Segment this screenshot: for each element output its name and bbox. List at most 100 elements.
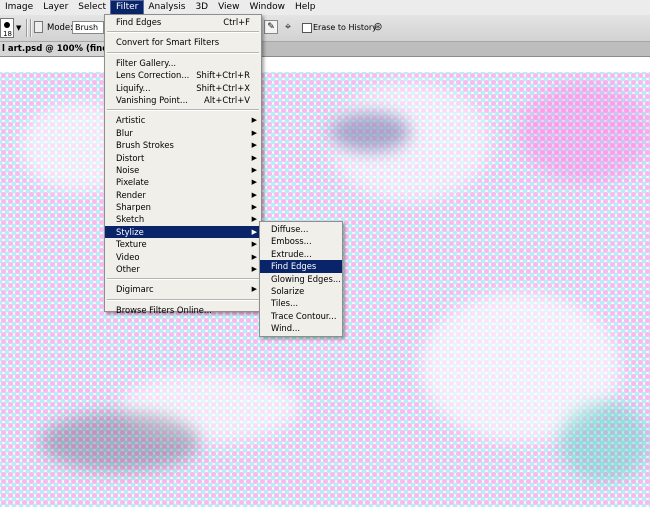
menu-view[interactable]: View	[213, 1, 244, 14]
menu-3d[interactable]: 3D	[190, 1, 213, 14]
mode-value: Brush	[75, 23, 99, 32]
tablet-pressure-icon[interactable]: ⌖	[281, 20, 295, 34]
menu-item-distort[interactable]: Distort ▶	[105, 152, 261, 164]
submenu-arrow-icon: ▶	[251, 285, 257, 294]
menu-select[interactable]: Select	[73, 1, 111, 14]
menu-item-convert-smart-filters[interactable]: Convert for Smart Filters	[105, 36, 261, 48]
menu-item-sharpen[interactable]: Sharpen ▶	[105, 201, 261, 213]
menu-item-label: Tiles...	[271, 298, 299, 309]
menu-item-label: Diffuse...	[271, 224, 309, 234]
menu-item-label: Vanishing Point...	[116, 94, 188, 105]
erase-to-history-checkbox[interactable]	[302, 23, 312, 33]
menu-item-sketch[interactable]: Sketch ▶	[105, 213, 261, 225]
menu-item-stylize[interactable]: Stylize ▶	[105, 225, 261, 239]
brush-panel-toggle-icon[interactable]	[34, 21, 43, 33]
menu-item-label: Emboss...	[271, 236, 312, 247]
submenu-arrow-icon: ▶	[251, 215, 257, 224]
submenu-arrow-icon: ▶	[251, 265, 257, 274]
menu-item-label: Wind...	[271, 323, 301, 334]
menu-item-artistic[interactable]: Artistic ▶	[105, 114, 261, 126]
menu-item-label: Glowing Edges...	[271, 273, 341, 284]
menu-item-pixelate[interactable]: Pixelate ▶	[105, 176, 261, 188]
menu-item-noise[interactable]: Noise ▶	[105, 164, 261, 176]
menu-item-blur[interactable]: Blur ▶	[105, 127, 261, 139]
submenu-arrow-icon: ▶	[251, 227, 257, 236]
menu-item-lens-correction[interactable]: Lens Correction... Shift+Ctrl+R	[105, 69, 261, 81]
menu-item-texture[interactable]: Texture ▶	[105, 238, 261, 250]
submenu-arrow-icon: ▶	[251, 153, 257, 162]
image-shadow	[330, 112, 410, 152]
menu-item-filter-gallery[interactable]: Filter Gallery...	[105, 57, 261, 69]
shortcut-label: Alt+Ctrl+V	[203, 94, 250, 105]
menu-item-label: Liquify...	[116, 82, 151, 93]
menu-separator	[107, 31, 259, 34]
image-shadow	[560, 402, 650, 482]
stylize-submenu: Diffuse... Emboss... Extrude... Find Edg…	[259, 221, 343, 337]
submenu-item-solarize[interactable]: Solarize	[260, 285, 342, 297]
menu-item-label: Other	[116, 264, 140, 275]
menu-item-label: Sketch	[116, 214, 145, 225]
menu-item-find-edges-last[interactable]: Find Edges Ctrl+F	[105, 16, 261, 28]
chevron-down-icon[interactable]: ▼	[16, 24, 21, 32]
submenu-item-glowing-edges[interactable]: Glowing Edges...	[260, 273, 342, 285]
menu-item-other[interactable]: Other ▶	[105, 263, 261, 275]
filter-menu: Find Edges Ctrl+F Convert for Smart Filte…	[104, 14, 262, 315]
menu-item-label: Find Edges	[116, 17, 162, 27]
menu-item-digimarc[interactable]: Digimarc ▶	[105, 283, 261, 295]
menu-item-label: Stylize	[116, 226, 144, 237]
document-tab-bar: l art.psd @ 100% (find ed	[0, 42, 650, 57]
submenu-arrow-icon: ▶	[251, 165, 257, 174]
menu-item-browse-filters-online[interactable]: Browse Filters Online...	[105, 304, 261, 316]
menu-item-label: Convert for Smart Filters	[116, 37, 220, 48]
submenu-item-wind[interactable]: Wind...	[260, 322, 342, 334]
menu-filter[interactable]: Filter	[110, 0, 145, 15]
brush-size-label: 18	[3, 30, 12, 38]
separator	[30, 19, 31, 37]
menu-item-vanishing-point[interactable]: Vanishing Point... Alt+Ctrl+V	[105, 94, 261, 106]
menu-separator	[107, 109, 259, 112]
brush-preset-picker[interactable]: 18	[0, 18, 14, 38]
menu-item-label: Texture	[116, 239, 147, 250]
menu-item-label: Filter Gallery...	[116, 57, 177, 68]
mode-select[interactable]: Brush	[72, 21, 104, 34]
menu-item-video[interactable]: Video ▶	[105, 251, 261, 263]
menu-image[interactable]: Image	[0, 1, 38, 14]
document-tab[interactable]: l art.psd @ 100% (find ed	[0, 42, 108, 56]
menu-item-brush-strokes[interactable]: Brush Strokes ▶	[105, 139, 261, 151]
submenu-arrow-icon: ▶	[251, 141, 257, 150]
menu-item-label: Pixelate	[116, 177, 149, 188]
menu-bar: Image Layer Select Filter Analysis 3D Vi…	[0, 0, 650, 16]
menu-item-label: Lens Correction...	[116, 70, 190, 81]
erase-to-history-label: Erase to History	[313, 23, 377, 32]
submenu-item-diffuse[interactable]: Diffuse...	[260, 223, 342, 235]
menu-layer[interactable]: Layer	[38, 1, 73, 14]
menu-analysis[interactable]: Analysis	[143, 1, 190, 14]
image-shadow	[40, 412, 200, 472]
menu-item-liquify[interactable]: Liquify... Shift+Ctrl+X	[105, 82, 261, 94]
submenu-item-emboss[interactable]: Emboss...	[260, 235, 342, 247]
menu-item-label: Blur	[116, 127, 133, 138]
submenu-item-tiles[interactable]: Tiles...	[260, 297, 342, 309]
submenu-arrow-icon: ▶	[251, 203, 257, 212]
submenu-item-find-edges[interactable]: Find Edges	[260, 260, 342, 273]
submenu-arrow-icon: ▶	[251, 240, 257, 249]
menu-item-label: Video	[116, 251, 140, 262]
photoshop-window: Image Layer Select Filter Analysis 3D Vi…	[0, 0, 650, 507]
pressure-size-icon[interactable]: ⊛	[371, 20, 385, 34]
submenu-item-extrude[interactable]: Extrude...	[260, 248, 342, 260]
menu-item-label: Brush Strokes	[116, 140, 174, 151]
shortcut-label: Shift+Ctrl+X	[196, 82, 250, 93]
menu-help[interactable]: Help	[290, 1, 321, 14]
submenu-item-trace-contour[interactable]: Trace Contour...	[260, 310, 342, 322]
menu-item-label: Digimarc	[116, 284, 154, 295]
submenu-arrow-icon: ▶	[251, 128, 257, 137]
menu-window[interactable]: Window	[244, 1, 290, 14]
menu-item-label: Solarize	[271, 285, 305, 296]
menu-item-label: Distort	[116, 152, 145, 163]
menu-item-render[interactable]: Render ▶	[105, 189, 261, 201]
separator	[26, 19, 27, 37]
airbrush-icon[interactable]: ✎	[264, 20, 278, 34]
menu-separator	[107, 298, 259, 301]
shortcut-label: Shift+Ctrl+R	[196, 70, 250, 81]
menu-item-label: Artistic	[116, 115, 146, 126]
